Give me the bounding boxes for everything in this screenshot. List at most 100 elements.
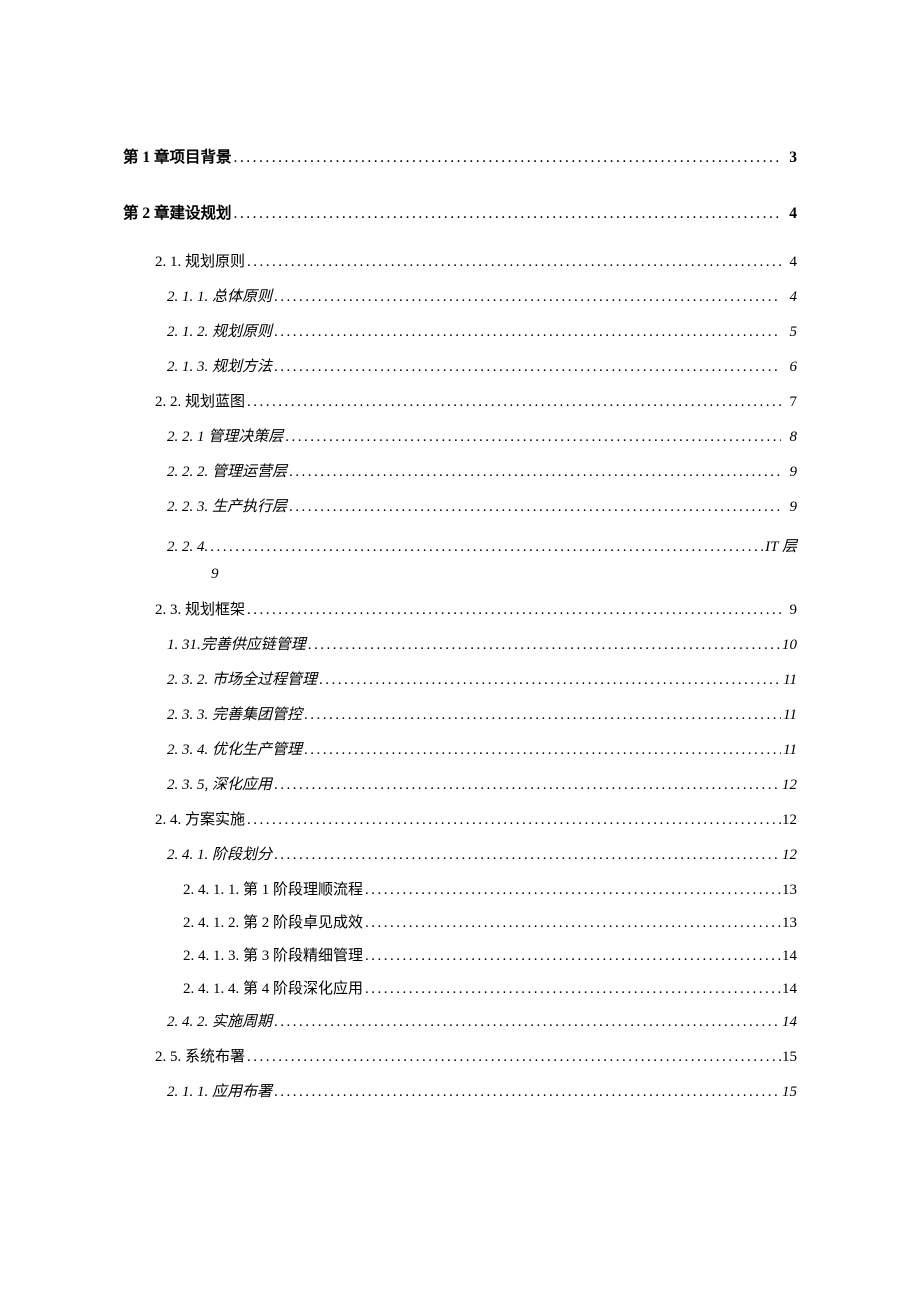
toc-leader bbox=[208, 539, 765, 556]
toc-leader bbox=[306, 638, 781, 653]
toc-page: 10 bbox=[781, 638, 797, 653]
toc-leader bbox=[272, 1085, 781, 1100]
toc-label: 2. 3. 3. 完善集团管控 bbox=[167, 708, 302, 723]
toc-entry-2-4-1-4: 2. 4. 1. 4. 第 4 阶段深化应用 14 bbox=[123, 982, 797, 997]
toc-entry-2-2-1: 2. 2. 1 管理决策层 8 bbox=[123, 430, 797, 445]
toc-entry-2-5-1: 2. 1. 1. 应用布署 15 bbox=[123, 1085, 797, 1100]
toc-page: 11 bbox=[781, 708, 797, 723]
toc-entry-chapter-2: 第 2 章建设规划 4 bbox=[123, 206, 797, 222]
toc-entry-2-2-3: 2. 2. 3. 生产执行层 9 bbox=[123, 500, 797, 515]
toc-label: 2. 3. 规划框架 bbox=[155, 603, 245, 618]
toc-entry-2-4-1-1: 2. 4. 1. 1. 第 1 阶段理顺流程 13 bbox=[123, 883, 797, 898]
toc-leader bbox=[317, 673, 781, 688]
toc-label: 2. 3. 2. 市场全过程管理 bbox=[167, 673, 317, 688]
toc-label: 2. 4. 2. 实施周期 bbox=[167, 1015, 272, 1030]
toc-leader bbox=[245, 255, 781, 270]
toc-page: 5 bbox=[781, 325, 797, 340]
toc-page: 4 bbox=[781, 255, 797, 270]
toc-page: 11 bbox=[781, 743, 797, 758]
toc-leader bbox=[302, 708, 781, 723]
toc-page: 11 bbox=[781, 673, 797, 688]
toc-leader bbox=[245, 603, 781, 618]
toc-entry-2-3: 2. 3. 规划框架 9 bbox=[123, 603, 797, 618]
toc-page: 13 bbox=[781, 883, 797, 898]
table-of-contents: 第 1 章项目背景 3 第 2 章建设规划 4 2. 1. 规划原则 4 2. … bbox=[123, 150, 797, 1100]
toc-entry-2-1-1: 2. 1. 1. 总体原则 4 bbox=[123, 290, 797, 305]
toc-page: 12 bbox=[781, 813, 797, 828]
toc-entry-2-5: 2. 5. 系统布署 15 bbox=[123, 1050, 797, 1065]
toc-page: 15 bbox=[781, 1085, 797, 1100]
toc-entry-2-1: 2. 1. 规划原则 4 bbox=[123, 255, 797, 270]
toc-entry-2-3-2: 2. 3. 2. 市场全过程管理 11 bbox=[123, 673, 797, 688]
toc-label: 2. 4. 方案实施 bbox=[155, 813, 245, 828]
toc-page: 9 bbox=[781, 500, 797, 515]
toc-leader bbox=[245, 813, 781, 828]
toc-leader bbox=[245, 1050, 781, 1065]
toc-leader bbox=[302, 743, 781, 758]
toc-entry-2-2-2: 2. 2. 2. 管理运营层 9 bbox=[123, 465, 797, 480]
toc-leader bbox=[283, 430, 781, 445]
toc-entry-2-3-4: 2. 3. 4. 优化生产管理 11 bbox=[123, 743, 797, 758]
toc-label: 2. 2. 1 管理决策层 bbox=[167, 430, 283, 445]
toc-page: 9 bbox=[781, 603, 797, 618]
toc-page: 9 bbox=[211, 566, 219, 582]
toc-label: 第 2 章建设规划 bbox=[123, 206, 232, 222]
toc-page: 6 bbox=[781, 360, 797, 375]
toc-entry-2-4-1: 2. 4. 1. 阶段划分 12 bbox=[123, 848, 797, 863]
toc-label: 2. 1. 1. 总体原则 bbox=[167, 290, 272, 305]
toc-page: 14 bbox=[781, 1015, 797, 1030]
toc-label: 第 1 章项目背景 bbox=[123, 150, 232, 166]
toc-entry-2-1-2: 2. 1. 2. 规划原则 5 bbox=[123, 325, 797, 340]
toc-page: 12 bbox=[781, 848, 797, 863]
toc-leader bbox=[363, 982, 781, 997]
toc-page: 9 bbox=[781, 465, 797, 480]
toc-leader bbox=[363, 949, 781, 964]
toc-label: 2. 4. 1. 4. 第 4 阶段深化应用 bbox=[183, 982, 363, 997]
toc-page: 4 bbox=[781, 206, 797, 222]
toc-label: 2. 2. 3. 生产执行层 bbox=[167, 500, 287, 515]
toc-label: 2. 4. 1. 2. 第 2 阶段卓见成效 bbox=[183, 916, 363, 931]
toc-leader bbox=[272, 325, 781, 340]
toc-leader bbox=[272, 290, 781, 305]
toc-label: 2. 2. 规划蓝图 bbox=[155, 395, 245, 410]
toc-label: 2. 1. 1. 应用布署 bbox=[167, 1085, 272, 1100]
toc-entry-2-4: 2. 4. 方案实施 12 bbox=[123, 813, 797, 828]
toc-entry-2-2-4: 2. 2. 4. IT 层 9 bbox=[123, 535, 797, 583]
toc-label: 2. 1. 规划原则 bbox=[155, 255, 245, 270]
toc-entry-2-3-5: 2. 3. 5, 深化应用 12 bbox=[123, 778, 797, 793]
toc-label: 2. 4. 1. 3. 第 3 阶段精细管理 bbox=[183, 949, 363, 964]
toc-page: 13 bbox=[781, 916, 797, 931]
toc-leader bbox=[363, 883, 781, 898]
toc-leader bbox=[287, 500, 781, 515]
toc-label: 2. 5. 系统布署 bbox=[155, 1050, 245, 1065]
toc-label: 2. 3. 4. 优化生产管理 bbox=[167, 743, 302, 758]
toc-label: 2. 1. 3. 规划方法 bbox=[167, 360, 272, 375]
toc-leader bbox=[232, 150, 781, 166]
toc-entry-2-3-3: 2. 3. 3. 完善集团管控 11 bbox=[123, 708, 797, 723]
toc-entry-chapter-1: 第 1 章项目背景 3 bbox=[123, 150, 797, 166]
toc-label-right: IT 层 bbox=[765, 535, 797, 556]
toc-page: 14 bbox=[781, 949, 797, 964]
toc-entry-2-1-3: 2. 1. 3. 规划方法 6 bbox=[123, 360, 797, 375]
toc-entry-2-4-1-2: 2. 4. 1. 2. 第 2 阶段卓见成效 13 bbox=[123, 916, 797, 931]
toc-page: 7 bbox=[781, 395, 797, 410]
toc-page: 3 bbox=[781, 150, 797, 166]
toc-page: 15 bbox=[781, 1050, 797, 1065]
toc-leader bbox=[363, 916, 781, 931]
toc-page: 4 bbox=[781, 290, 797, 305]
toc-entry-2-3-1: 1. 31.完善供应链管理 10 bbox=[123, 638, 797, 653]
toc-label: 2. 2. 2. 管理运营层 bbox=[167, 465, 287, 480]
toc-entry-2-2: 2. 2. 规划蓝图 7 bbox=[123, 395, 797, 410]
toc-leader bbox=[272, 778, 781, 793]
toc-page: 12 bbox=[781, 778, 797, 793]
toc-leader bbox=[272, 1015, 781, 1030]
toc-label: 1. 31.完善供应链管理 bbox=[167, 638, 306, 653]
toc-entry-2-4-1-3: 2. 4. 1. 3. 第 3 阶段精细管理 14 bbox=[123, 949, 797, 964]
toc-entry-2-4-2: 2. 4. 2. 实施周期 14 bbox=[123, 1015, 797, 1030]
toc-page: 14 bbox=[781, 982, 797, 997]
toc-label: 2. 4. 1. 阶段划分 bbox=[167, 848, 272, 863]
toc-label: 2. 2. 4. bbox=[167, 539, 208, 556]
toc-leader bbox=[272, 848, 781, 863]
toc-page: 8 bbox=[781, 430, 797, 445]
toc-label: 2. 3. 5, 深化应用 bbox=[167, 778, 272, 793]
